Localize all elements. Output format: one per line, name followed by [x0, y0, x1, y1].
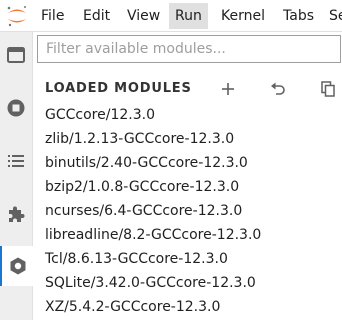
menu-view[interactable]: View [121, 3, 166, 29]
menu-bar: File Edit View Run Kernel Tabs Se [0, 0, 342, 32]
folder-icon [7, 47, 25, 63]
table-of-contents-tab[interactable] [0, 141, 32, 181]
list-item[interactable]: GCCcore/12.3.0 [33, 103, 342, 127]
list-item[interactable]: zlib/1.2.13-GCCcore-12.3.0 [33, 127, 342, 151]
menu-run[interactable]: Run [169, 3, 208, 29]
list-item[interactable]: bzip2/1.0.8-GCCcore-12.3.0 [33, 175, 342, 199]
file-browser-tab[interactable] [0, 35, 32, 75]
list-icon [8, 155, 24, 167]
add-icon [222, 83, 234, 95]
copy-icon [321, 81, 335, 97]
list-item[interactable]: libreadline/8.2-GCCcore-12.3.0 [33, 223, 342, 247]
copy-modules-button[interactable] [317, 78, 339, 100]
reset-modules-button[interactable] [267, 78, 289, 100]
list-item[interactable]: Tcl/8.6.13-GCCcore-12.3.0 [33, 247, 342, 271]
left-sidebar [0, 32, 33, 320]
section-title: LOADED MODULES [45, 81, 192, 96]
menu-edit[interactable]: Edit [77, 3, 116, 29]
loaded-modules-list: GCCcore/12.3.0 zlib/1.2.13-GCCcore-12.3.… [33, 103, 342, 319]
stop-circle-icon [7, 99, 25, 117]
module-filter-input[interactable] [37, 35, 341, 63]
menu-file[interactable]: File [35, 3, 70, 29]
softwares-modules-tab[interactable] [0, 246, 33, 286]
menu-settings[interactable]: Se [323, 3, 342, 29]
extension-manager-tab[interactable] [0, 194, 32, 234]
add-module-button[interactable] [217, 78, 239, 100]
list-item[interactable]: SQLite/3.42.0-GCCcore-12.3.0 [33, 271, 342, 295]
undo-icon [271, 82, 285, 95]
list-item[interactable]: binutils/2.40-GCCcore-12.3.0 [33, 151, 342, 175]
menu-tabs[interactable]: Tabs [277, 3, 320, 29]
list-item[interactable]: XZ/5.4.2-GCCcore-12.3.0 [33, 295, 342, 319]
modules-panel: LOADED MODULES GCCcore/12.3.0 zlib/1.2.1… [33, 32, 342, 320]
menu-kernel[interactable]: Kernel [215, 3, 271, 29]
running-sessions-tab[interactable] [0, 88, 32, 128]
extension-puzzle-icon [9, 206, 25, 222]
hexagon-module-icon [10, 257, 25, 275]
list-item[interactable]: ncurses/6.4-GCCcore-12.3.0 [33, 199, 342, 223]
jupyter-logo-icon[interactable] [5, 4, 29, 28]
